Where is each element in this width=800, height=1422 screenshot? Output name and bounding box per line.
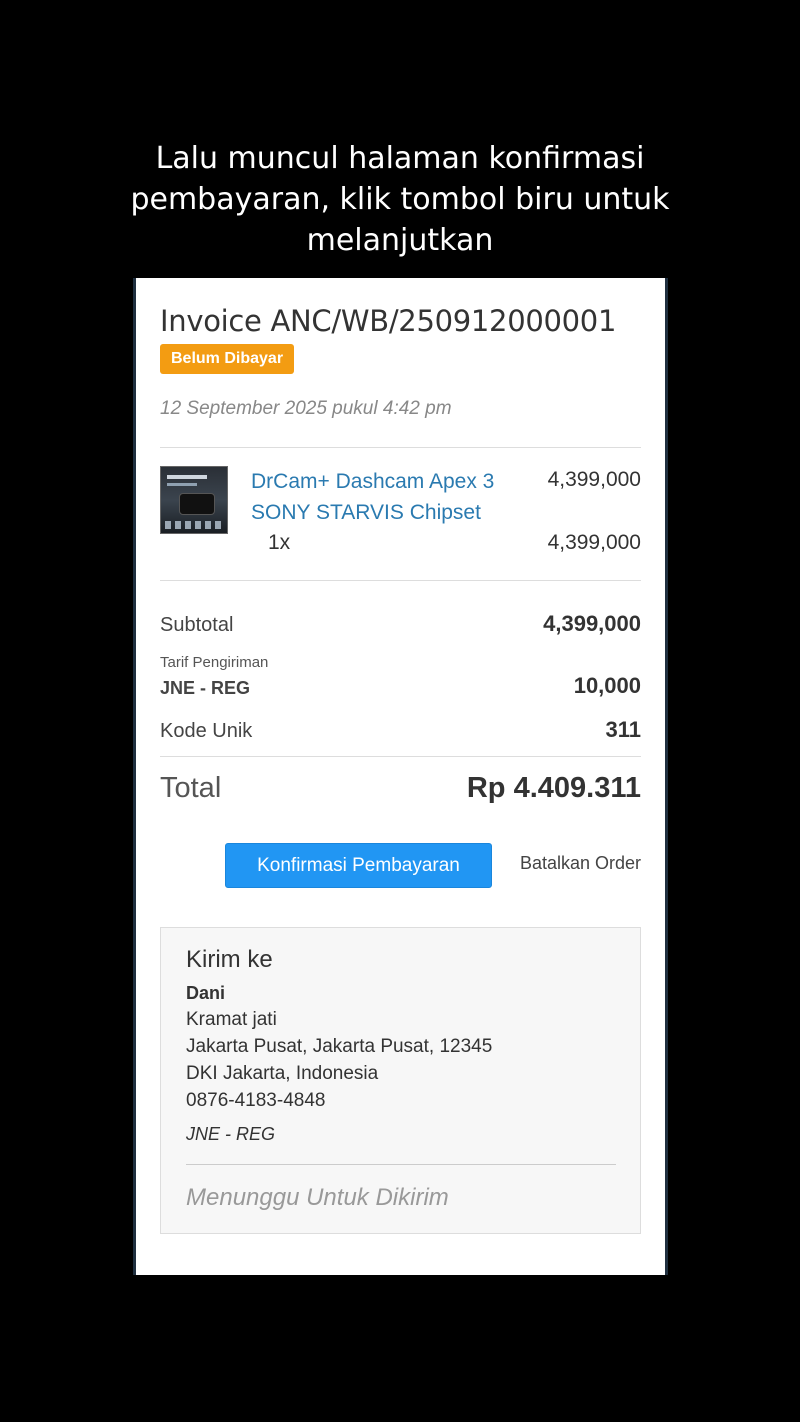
instruction-caption: Lalu muncul halaman konfirmasi pembayara… <box>130 141 670 258</box>
address-line-2: Jakarta Pusat, Jakarta Pusat, 12345 <box>186 1036 493 1057</box>
divider <box>160 580 641 581</box>
shipping-label: Tarif Pengiriman <box>160 654 269 671</box>
divider <box>160 756 641 757</box>
unique-code-value: 311 <box>605 717 642 742</box>
shipping-title: Kirim ke <box>186 946 273 973</box>
total-value: Rp 4.409.311 <box>466 772 641 804</box>
divider <box>186 1164 616 1165</box>
shipping-courier: JNE - REG <box>160 678 251 698</box>
total-label: Total <box>160 772 222 804</box>
product-quantity: 1x <box>268 531 291 554</box>
product-line-total: 4,399,000 <box>547 531 641 554</box>
invoice-card: Invoice ANC/WB/250912000001 Belum Dibaya… <box>133 278 668 1275</box>
status-badge: Belum Dibayar <box>160 344 295 374</box>
shipping-value: 10,000 <box>573 673 641 698</box>
subtotal-value: 4,399,000 <box>543 611 641 636</box>
invoice-title: Invoice ANC/WB/250912000001 <box>160 304 617 338</box>
invoice-date: 12 September 2025 pukul 4:42 pm <box>160 398 452 419</box>
divider <box>160 447 641 448</box>
address-line-1: Kramat jati <box>186 1009 277 1030</box>
shipping-address-box: Kirim ke Dani Kramat jati Jakarta Pusat,… <box>160 927 641 1234</box>
confirm-payment-button[interactable]: Konfirmasi Pembayaran <box>225 843 492 888</box>
recipient-name: Dani <box>186 983 226 1003</box>
recipient-phone: 0876-4183-4848 <box>186 1090 326 1111</box>
product-price: 4,399,000 <box>547 468 641 491</box>
product-thumbnail[interactable] <box>160 466 228 534</box>
cancel-order-button[interactable]: Batalkan Order <box>520 853 641 874</box>
product-name-link[interactable]: DrCam+ Dashcam Apex 3 SONY STARVIS Chips… <box>251 466 521 528</box>
shipping-courier-info: JNE - REG <box>186 1124 276 1144</box>
address-line-3: DKI Jakarta, Indonesia <box>186 1063 379 1084</box>
shipping-status: Menunggu Untuk Dikirim <box>186 1184 449 1211</box>
unique-code-label: Kode Unik <box>160 720 253 742</box>
subtotal-label: Subtotal <box>160 614 234 636</box>
